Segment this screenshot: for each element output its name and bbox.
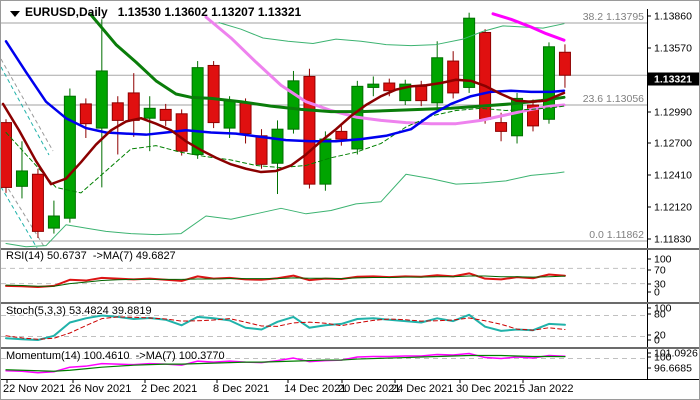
time-axis-label: 26 Nov 2021 [69,383,132,395]
bear-candle [415,85,428,102]
candles [1,12,571,238]
bear-candle [335,130,348,140]
price-axis-label: 1.12700 [654,138,692,150]
time-axis-label: 24 Dec 2021 [391,383,454,395]
momentum-line [5,352,566,374]
bear-candle [31,173,44,232]
band-upper [218,22,565,47]
bear-candle [111,102,124,121]
indicator-axis-label: 96.6685 [654,363,692,375]
bull-candle [223,100,236,129]
bull-candle [95,70,108,129]
bull-candle [463,17,476,88]
bull-candle [47,215,60,229]
indicator-axis-label: 0 [654,335,660,347]
price-axis-label: 1.12120 [654,202,692,214]
bear-candle [79,103,92,125]
time-axis[interactable]: 22 Nov 2021 26 Nov 2021 2 Dec 2021 8 Dec 20… [1,381,647,399]
mt4-chart-window: 38.2 1.13795 23.6 1.13056 0.0 1.11862 1.138… [0,0,700,400]
stochastic-pane[interactable] [1,313,647,341]
ma-violet [204,15,566,126]
bull-candle [143,107,156,119]
price-axis-label: 1.13570 [654,43,692,55]
indicator-axis-label: 0 [654,287,660,299]
bear-candle [303,75,316,185]
bear-candle [175,113,188,152]
price-axis-label: 1.13860 [654,11,692,23]
bull-candle [367,83,380,88]
fib-level-label-0: 38.2 1.13795 [583,11,644,23]
momentum-pane[interactable] [1,352,647,374]
bull-candle [287,80,300,130]
bear-candle [495,122,508,132]
fib-level-label-1: 23.6 1.13056 [583,93,644,105]
bear-candle [127,92,140,121]
rsi-pane[interactable] [1,267,647,289]
trendline-teal-lower[interactable] [1,186,38,248]
band-lower [5,171,565,248]
bull-candle [319,138,332,185]
bull-candle [191,67,204,155]
price-axis-label: 1.12990 [654,107,692,119]
ma-magenta [491,12,566,42]
bull-candle [15,170,28,187]
bear-candle [255,135,268,165]
time-axis-label: 30 Dec 2021 [456,383,519,395]
main-price-pane[interactable] [1,12,647,248]
price-axis-label: 1.12410 [654,170,692,182]
bull-candle [271,128,284,164]
rsi-line [5,272,566,289]
price-axis-label: 1.11830 [654,234,691,246]
bear-candle [239,102,252,135]
bull-candle [431,57,444,104]
indicator-axis-label: 70 [654,265,666,277]
current-price-label: 1.13321 [654,74,692,86]
time-axis-label: 2 Dec 2021 [141,383,198,395]
bull-candle [63,95,76,219]
bear-candle [447,60,460,94]
chart-plot[interactable]: 38.2 1.13795 23.6 1.13056 0.0 1.11862 1.138… [1,1,700,400]
bear-candle [558,51,571,76]
time-axis-label: 8 Dec 2021 [213,383,270,395]
time-axis-label: 5 Jan 2022 [519,383,574,395]
time-axis-label: 22 Nov 2021 [3,383,66,395]
chart-dropdown-icon[interactable] [10,11,20,17]
fib-level-label-2: 0.0 1.11862 [589,229,644,241]
bear-candle [207,64,220,124]
ma-green-thick [89,13,566,114]
momentum-ma [5,354,566,372]
bear-candle [159,108,172,121]
indicator-axis-label: 80 [654,309,666,321]
